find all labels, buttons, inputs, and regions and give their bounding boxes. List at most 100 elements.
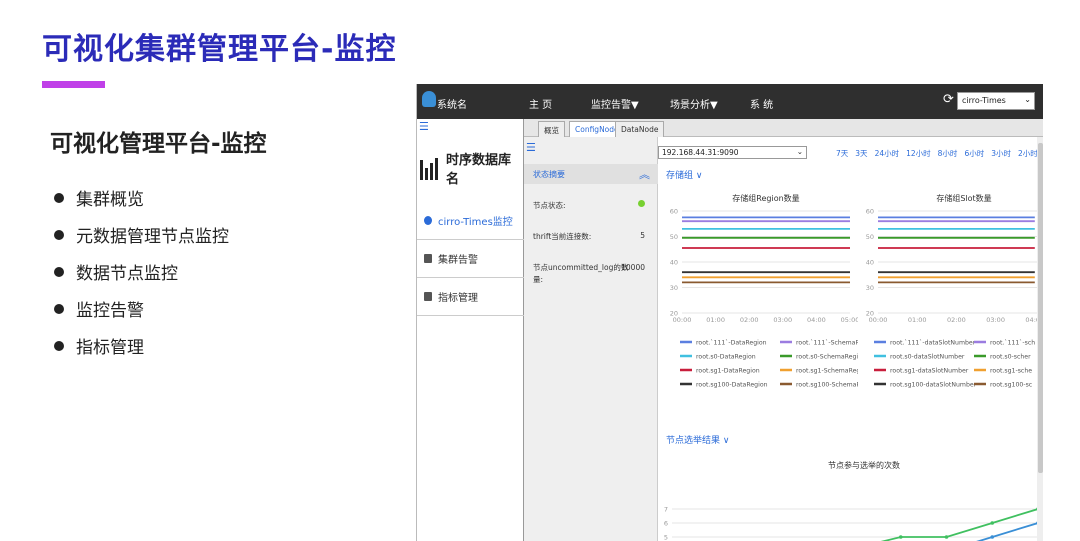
sidebar-item-monitor[interactable]: cirro-Times监控 [417,202,524,240]
y-tick-label: 50 [670,233,678,241]
chart-title: 节点参与选举的次数 [828,460,900,470]
legend-label: root.s0-DataRegion [696,354,756,361]
bar-chart-icon [420,156,440,180]
x-tick-label: 00:00 [869,316,888,324]
section-storage-group[interactable]: 存储组 ∨ [666,168,702,181]
legend-label: root.sg1-DataRegion [696,368,760,375]
bullet-dot-icon [54,340,64,351]
sidebar-item-label: 指标管理 [438,293,478,304]
cluster-select[interactable]: cirro-Times ⌄ [957,92,1035,110]
collapse-menu-icon[interactable]: ☰ [419,120,429,133]
bullet-text: 监控告警 [76,301,144,321]
chevron-down-icon: ∨ [695,171,703,181]
time-range-option[interactable]: 6小时 [964,149,984,158]
slide-subtitle: 可视化管理平台-监控 [50,131,267,157]
x-tick-label: 03:00 [773,316,792,324]
legend-label: root.`111`-sch [990,339,1035,347]
status-label-cont: 量: [533,275,544,284]
y-tick-label: 40 [866,259,874,267]
top-navbar: 系统名 主 页 监控告警▼ 场景分析▼ 系 统 ⟳ cirro-Times ⌄ [417,84,1043,119]
bullet-list: 集群概览 元数据管理节点监控 数据节点监控 监控告警 指标管理 [54,179,229,364]
status-panel: ☰ 状态摘要 ︽ 节点状态: thrift当前连接数: 5 节点uncommitte… [524,137,658,541]
legend-label: root.sg1-sche [990,368,1032,375]
db-name-block: 时序数据库名 [420,149,523,187]
status-label: 节点状态: [533,201,566,210]
app-screenshot: 系统名 主 页 监控告警▼ 场景分析▼ 系 统 ⟳ cirro-Times ⌄ ☰… [416,84,1043,541]
time-range-option[interactable]: 3小时 [991,149,1011,158]
nav-scenario-analysis[interactable]: 场景分析▼ [670,96,718,111]
system-logo-icon [422,91,436,107]
section-title: 存储组 [666,171,694,181]
status-label: thrift当前连接数: [533,232,592,241]
pie-chart-icon [424,216,432,225]
time-range-option[interactable]: 2小时 [1018,149,1038,158]
nav-system[interactable]: 系 统 [750,96,773,111]
node-ip-select[interactable]: 192.168.44.31:9090 ⌄ [658,146,807,159]
legend-label: root.sg1-SchemaRegion [796,368,858,375]
sidebar-item-label: 集群告警 [438,255,478,266]
y-tick-label: 30 [670,284,678,292]
status-summary-header[interactable]: 状态摘要 ︽ [524,164,658,184]
section-title: 节点选举结果 [666,436,721,446]
bullet-item: 监控告警 [54,290,229,327]
chart-title: 存储组Region数量 [732,193,799,203]
bullet-text: 指标管理 [76,338,144,358]
bullet-dot-icon [54,192,64,203]
x-tick-label: 03:00 [986,316,1005,324]
election-count-chart: 节点参与选举的次数4567 [664,460,1038,541]
y-tick-label: 30 [866,284,874,292]
chart-title: 存储组Slot数量 [936,193,991,203]
bullet-text: 数据节点监控 [76,264,178,284]
bullet-text: 元数据管理节点监控 [76,227,229,247]
status-value: 10000 [621,263,645,272]
data-point [990,521,995,525]
time-range-option[interactable]: 7天 [836,149,848,158]
y-tick-label: 6 [664,520,668,528]
legend-label: root.`111`-SchemaRegion [796,339,858,347]
tab-datanode[interactable]: DataNode [615,121,665,137]
cluster-select-value: cirro-Times [962,96,1006,105]
bullet-dot-icon [54,266,64,277]
x-tick-label: 02:00 [740,316,759,324]
section-election[interactable]: 节点选举结果 ∨ [666,433,729,446]
collapse-panel-icon[interactable]: ☰ [526,141,536,154]
legend-label: root.`111`-dataSlotNumber [890,339,976,347]
legend-label: root.sg1-dataSlotNumber [890,368,969,375]
tab-overview[interactable]: 概览 [538,121,565,137]
chevron-up-icon[interactable]: ︽ [639,166,650,182]
sidebar: ☰ 时序数据库名 cirro-Times监控 集群告警 指标管理 [417,119,524,541]
time-range-option[interactable]: 12小时 [906,149,931,158]
bullet-item: 元数据管理节点监控 [54,216,229,253]
sidebar-item-metrics[interactable]: 指标管理 [417,278,524,316]
time-range-option[interactable]: 24小时 [875,149,900,158]
x-tick-label: 02:00 [947,316,966,324]
legend-label: root.sg100-dataSlotNumber [890,382,977,389]
time-range-list: 7天3天24小时12小时8小时6小时3小时2小时1小时30分 [836,148,1043,159]
time-range-option[interactable]: 8小时 [938,149,958,158]
alarm-icon [424,254,432,263]
x-tick-label: 05:00 [841,316,858,324]
bullet-dot-icon [54,303,64,314]
legend-label: root.s0-dataSlotNumber [890,354,965,361]
bullet-item: 指标管理 [54,327,229,364]
title-accent-bar [42,81,105,88]
vertical-scrollbar[interactable] [1037,137,1043,541]
bullet-text: 集群概览 [76,190,144,210]
nav-monitor-alarm[interactable]: 监控告警▼ [591,96,639,111]
status-row-node: 节点状态: [533,200,653,211]
chevron-down-icon: ⌄ [796,147,803,156]
sidebar-item-alarm[interactable]: 集群告警 [417,240,524,278]
nav-home[interactable]: 主 页 [529,96,552,111]
x-tick-label: 00:00 [673,316,692,324]
status-value: 5 [640,231,645,240]
status-row-uncommitted: 节点uncommitted_log的数 量: 10000 [533,262,653,286]
scrollbar-thumb[interactable] [1038,143,1043,473]
node-status-dot-icon [638,200,645,207]
time-range-option[interactable]: 3天 [855,149,867,158]
y-tick-label: 5 [664,534,668,541]
list-icon [424,292,432,301]
sidebar-item-label: cirro-Times监控 [438,217,513,228]
data-point [990,535,995,539]
x-tick-label: 04:00 [807,316,826,324]
refresh-icon[interactable]: ⟳ [943,92,954,107]
